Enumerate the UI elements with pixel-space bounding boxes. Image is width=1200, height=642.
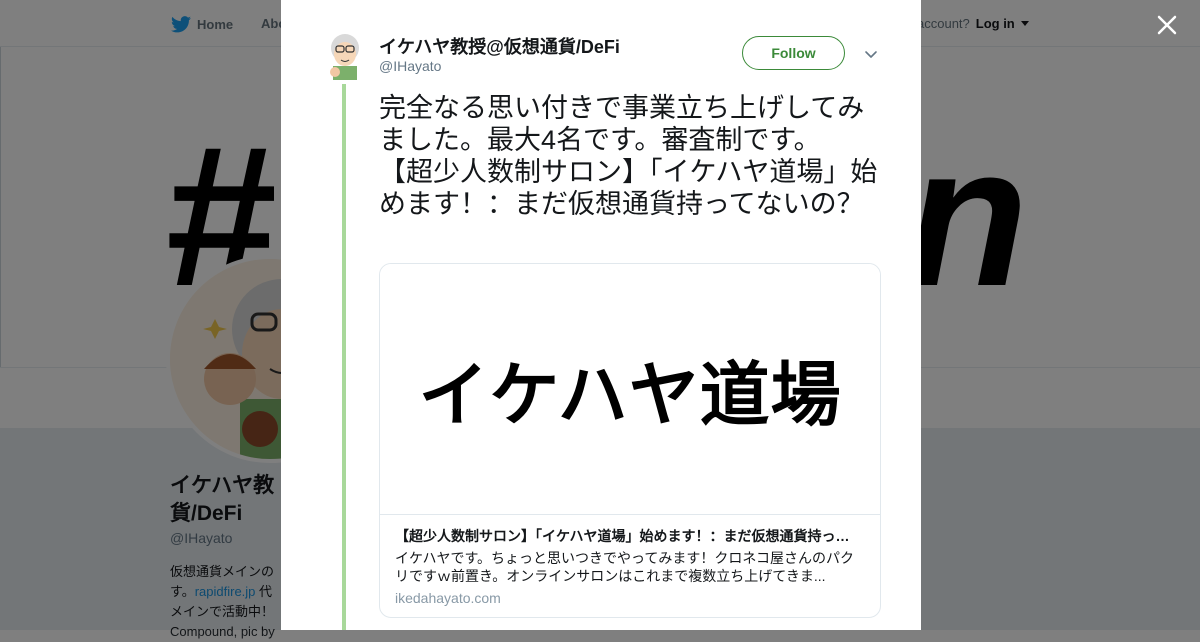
thread-line	[342, 84, 346, 630]
tweet-author-handle[interactable]: @IHayato	[379, 58, 441, 74]
card-domain: ikedahayato.com	[395, 590, 501, 606]
close-icon	[1157, 15, 1177, 35]
card-title: 【超少人数制サロン】「イケハヤ道場」始めます！：まだ仮想通貨持っ…	[395, 528, 850, 544]
tweet-author-name[interactable]: イケハヤ教授@仮想通貨/DeFi	[379, 33, 620, 59]
tweet-options-button[interactable]	[861, 44, 881, 64]
chevron-down-icon	[865, 51, 877, 58]
close-button[interactable]	[1152, 10, 1182, 40]
card-image-text: イケハヤ道場	[418, 355, 842, 434]
tweet-text: 完全なる思い付きで事業立ち上げしてみました。最大4名です。審査制です。 【超少人…	[379, 93, 878, 219]
card-image: イケハヤ道場	[380, 264, 880, 515]
card-description: イケハヤです。ちょっと思いつきでやってみます！クロネコ屋さんのパクリですｗ前置き…	[395, 550, 855, 584]
author-avatar-icon	[330, 34, 359, 80]
follow-button[interactable]: Follow	[742, 36, 845, 70]
tweet-modal: イケハヤ教授@仮想通貨/DeFi @IHayato Follow 完全なる思い付…	[281, 0, 921, 630]
tweet-author-avatar[interactable]	[325, 32, 365, 80]
link-preview-card[interactable]: イケハヤ道場 【超少人数制サロン】「イケハヤ道場」始めます！：まだ仮想通貨持っ……	[379, 263, 881, 618]
